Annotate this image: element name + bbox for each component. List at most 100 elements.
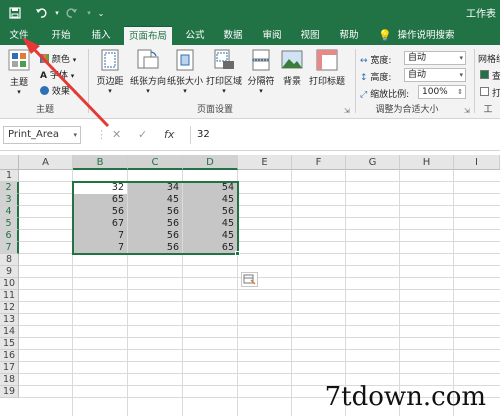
row-header-19[interactable]: 19 [0, 386, 19, 398]
page-setup-launcher-icon[interactable]: ⇲ [344, 107, 350, 115]
print-titles-button[interactable]: 打印标题 [307, 49, 347, 87]
fonts-label: 字体 [49, 71, 68, 81]
column-header-e[interactable]: E [238, 155, 292, 170]
gridline [19, 289, 500, 290]
scale-label: ⤢ 缩放比例: [360, 87, 409, 100]
scale-to-fit-group-label: 调整为合适大小 [375, 105, 439, 115]
row-header-16[interactable]: 16 [0, 350, 19, 362]
select-all-corner[interactable] [0, 155, 19, 170]
colors-label: 颜色 [51, 55, 70, 65]
column-header-b[interactable]: B [73, 155, 128, 170]
height-label: ↕ 高度: [360, 70, 391, 83]
tab-insert[interactable]: 插入 [86, 26, 116, 45]
breaks-label: 分隔符 [247, 77, 275, 87]
worksheet-grid[interactable]: A B C D E F G H I 1 2 3 4 5 6 7 8 9 10 1… [0, 151, 500, 416]
row-header-15[interactable]: 15 [0, 338, 19, 350]
row-header-3[interactable]: 3 [0, 194, 19, 206]
fonts-button[interactable]: A 字体 ▾ [40, 68, 74, 81]
scale-launcher-icon[interactable]: ⇲ [464, 107, 470, 115]
row-header-2[interactable]: 2 [0, 182, 19, 194]
row-header-1[interactable]: 1 [0, 170, 19, 182]
enter-icon[interactable]: ✓ [138, 128, 147, 141]
row-header-7[interactable]: 7 [0, 242, 19, 254]
row-header-17[interactable]: 17 [0, 362, 19, 374]
fill-handle[interactable] [235, 251, 240, 256]
gridline [19, 373, 500, 374]
redo-icon[interactable] [62, 4, 80, 22]
themes-button[interactable]: 主题 ▾ [4, 49, 34, 96]
column-header-h[interactable]: H [400, 155, 454, 170]
name-box[interactable]: Print_Area ▾ [3, 126, 81, 144]
width-label-text: 宽度: [370, 56, 392, 66]
width-label: ↔ 宽度: [360, 53, 391, 66]
column-header-d[interactable]: D [183, 155, 238, 170]
tab-data[interactable]: 数据 [218, 26, 248, 45]
background-button[interactable]: 背景 [279, 49, 305, 87]
breaks-dropdown-icon: ▾ [259, 87, 263, 95]
gridlines-view-checkbox[interactable] [480, 70, 489, 79]
insert-function-icon[interactable]: fx [164, 128, 174, 141]
colors-button[interactable]: 颜色 ▾ [40, 52, 76, 65]
width-combo[interactable]: 自动 ▾ [404, 51, 466, 65]
row-header-12[interactable]: 12 [0, 302, 19, 314]
column-header-c[interactable]: C [128, 155, 183, 170]
group-separator [355, 49, 356, 113]
tab-file[interactable]: 文件 [4, 26, 34, 45]
print-area-button[interactable]: 打印区域 ▾ [206, 49, 242, 95]
tell-me-search[interactable]: 操作说明搜索 [394, 26, 458, 45]
scale-value: 100% [422, 87, 448, 97]
tab-review[interactable]: 审阅 [257, 26, 287, 45]
name-box-dropdown-icon: ▾ [73, 131, 77, 139]
size-dropdown-icon: ▾ [183, 87, 187, 95]
scale-spinner[interactable]: 100% ⇕ [418, 85, 466, 99]
size-button[interactable]: 纸张大小 ▾ [167, 49, 203, 95]
ribbon-page-layout: 主题 ▾ 颜色 ▾ A 字体 ▾ 效果 ▾ 主题 页边距 ▾ 纸张方向 ▾ 纸张… [0, 45, 500, 119]
width-icon: ↔ [360, 56, 368, 66]
cancel-icon[interactable]: ✕ [112, 128, 121, 141]
save-icon[interactable] [6, 4, 24, 22]
orientation-label: 纸张方向 [130, 77, 167, 87]
gridlines-label: 网格线 [478, 55, 500, 65]
print-area-icon [214, 49, 234, 69]
column-header-f[interactable]: F [292, 155, 346, 170]
effects-button[interactable]: 效果 ▾ [40, 84, 76, 97]
row-header-5[interactable]: 5 [0, 218, 19, 230]
gridlines-print-checkbox[interactable] [480, 87, 489, 96]
row-header-10[interactable]: 10 [0, 278, 19, 290]
row-header-18[interactable]: 18 [0, 374, 19, 386]
breaks-button[interactable]: 分隔符 ▾ [245, 49, 277, 95]
row-header-14[interactable]: 14 [0, 326, 19, 338]
column-header-a[interactable]: A [19, 155, 73, 170]
tab-formulas[interactable]: 公式 [180, 26, 210, 45]
row-header-9[interactable]: 9 [0, 266, 19, 278]
tab-help[interactable]: 帮助 [334, 26, 364, 45]
quick-analysis-button[interactable] [241, 272, 258, 287]
tab-page-layout[interactable]: 页面布局 [124, 26, 172, 45]
orientation-button[interactable]: 纸张方向 ▾ [130, 49, 166, 95]
print-area-label: 打印区域 [206, 77, 243, 87]
formula-input[interactable]: 32 [190, 126, 500, 144]
row-header-13[interactable]: 13 [0, 314, 19, 326]
row-header-6[interactable]: 6 [0, 230, 19, 242]
customize-qat-icon[interactable]: ⌄ [92, 4, 110, 22]
themes-label: 主题 [9, 78, 28, 88]
breaks-icon [252, 49, 270, 71]
formula-bar-grip-icon[interactable]: ⋮ [96, 128, 107, 141]
tab-home[interactable]: 开始 [46, 26, 76, 45]
tab-view[interactable]: 视图 [295, 26, 325, 45]
height-combo[interactable]: 自动 ▾ [404, 68, 466, 82]
height-icon: ↕ [360, 73, 368, 83]
column-header-i[interactable]: I [454, 155, 500, 170]
row-header-11[interactable]: 11 [0, 290, 19, 302]
scale-icon: ⤢ [360, 90, 368, 100]
gridline [399, 170, 400, 416]
page-setup-group-label: 页面设置 [196, 105, 233, 115]
effects-icon [40, 86, 49, 95]
row-header-4[interactable]: 4 [0, 206, 19, 218]
title-bar: ▾ ▾ ⌄ 工作表 [0, 0, 500, 26]
gridline [19, 277, 500, 278]
column-header-g[interactable]: G [346, 155, 400, 170]
colors-icon [40, 54, 49, 63]
row-header-8[interactable]: 8 [0, 254, 19, 266]
margins-button[interactable]: 页边距 ▾ [92, 49, 128, 95]
